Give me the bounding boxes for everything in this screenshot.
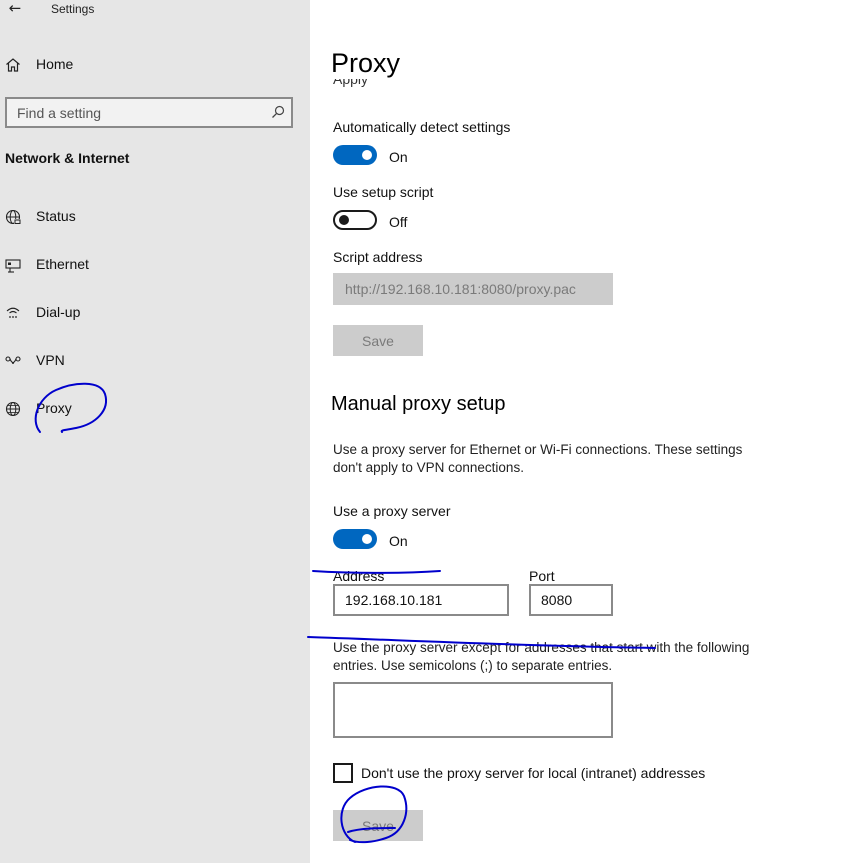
globe-icon: [5, 401, 21, 417]
local-bypass-label: Don't use the proxy server for local (in…: [361, 765, 706, 781]
window-title: Settings: [51, 2, 95, 16]
globe-status-icon: [5, 209, 21, 225]
ethernet-icon: [5, 257, 21, 273]
main-content: Proxy Apply Automatically detect setting…: [310, 0, 852, 863]
auto-detect-toggle[interactable]: [333, 145, 377, 165]
sidebar-item-dialup[interactable]: Dial-up: [0, 293, 310, 333]
search-input[interactable]: [7, 99, 257, 126]
search-box: [5, 97, 293, 128]
manual-save-button[interactable]: Save: [333, 810, 423, 841]
sidebar-item-ethernet[interactable]: Ethernet: [0, 245, 310, 285]
setup-script-toggle[interactable]: [333, 210, 377, 230]
vpn-icon: [5, 353, 21, 369]
sidebar-item-label: Home: [36, 56, 74, 72]
sidebar-item-proxy[interactable]: Proxy: [0, 389, 310, 429]
manual-proxy-heading: Manual proxy setup: [331, 393, 506, 415]
sidebar-item-label: VPN: [36, 352, 65, 368]
proxy-address-input[interactable]: [333, 584, 509, 616]
setup-script-state: Off: [389, 214, 408, 230]
sidebar: ← Settings Home Network & Internet Statu…: [0, 0, 310, 863]
use-proxy-state: On: [389, 533, 408, 549]
script-address-label: Script address: [333, 249, 423, 265]
back-button[interactable]: ←: [4, 0, 26, 18]
section-title: Network & Internet: [5, 150, 130, 166]
setup-script-label: Use setup script: [333, 184, 434, 200]
title-bar: ← Settings: [0, 0, 310, 20]
sidebar-item-label: Dial-up: [36, 304, 81, 320]
use-proxy-toggle[interactable]: [333, 529, 377, 549]
manual-proxy-description: Use a proxy server for Ethernet or Wi-Fi…: [333, 442, 743, 475]
page-title: Proxy: [331, 48, 401, 78]
script-save-button[interactable]: Save: [333, 325, 423, 356]
dialup-icon: [5, 305, 21, 321]
exceptions-input[interactable]: [333, 682, 613, 738]
sidebar-item-label: Status: [36, 208, 76, 224]
sidebar-item-label: Proxy: [36, 400, 72, 416]
auto-detect-state: On: [389, 149, 408, 165]
exceptions-description: Use the proxy server except for addresse…: [333, 640, 750, 673]
local-bypass-checkbox[interactable]: [333, 763, 353, 783]
sidebar-item-home[interactable]: Home: [0, 45, 310, 85]
home-icon: [5, 57, 21, 73]
auto-detect-label: Automatically detect settings: [333, 119, 511, 135]
use-proxy-label: Use a proxy server: [333, 503, 451, 519]
clipped-text: Apply: [333, 79, 369, 87]
proxy-port-label: Port: [529, 568, 555, 584]
search-icon[interactable]: [271, 105, 285, 119]
sidebar-item-label: Ethernet: [36, 256, 89, 272]
settings-window: ← Settings Home Network & Internet Statu…: [0, 0, 852, 863]
proxy-port-input[interactable]: [529, 584, 613, 616]
sidebar-item-vpn[interactable]: VPN: [0, 341, 310, 381]
script-address-input[interactable]: [333, 273, 613, 305]
proxy-address-label: Address: [333, 568, 385, 584]
sidebar-item-status[interactable]: Status: [0, 197, 310, 237]
